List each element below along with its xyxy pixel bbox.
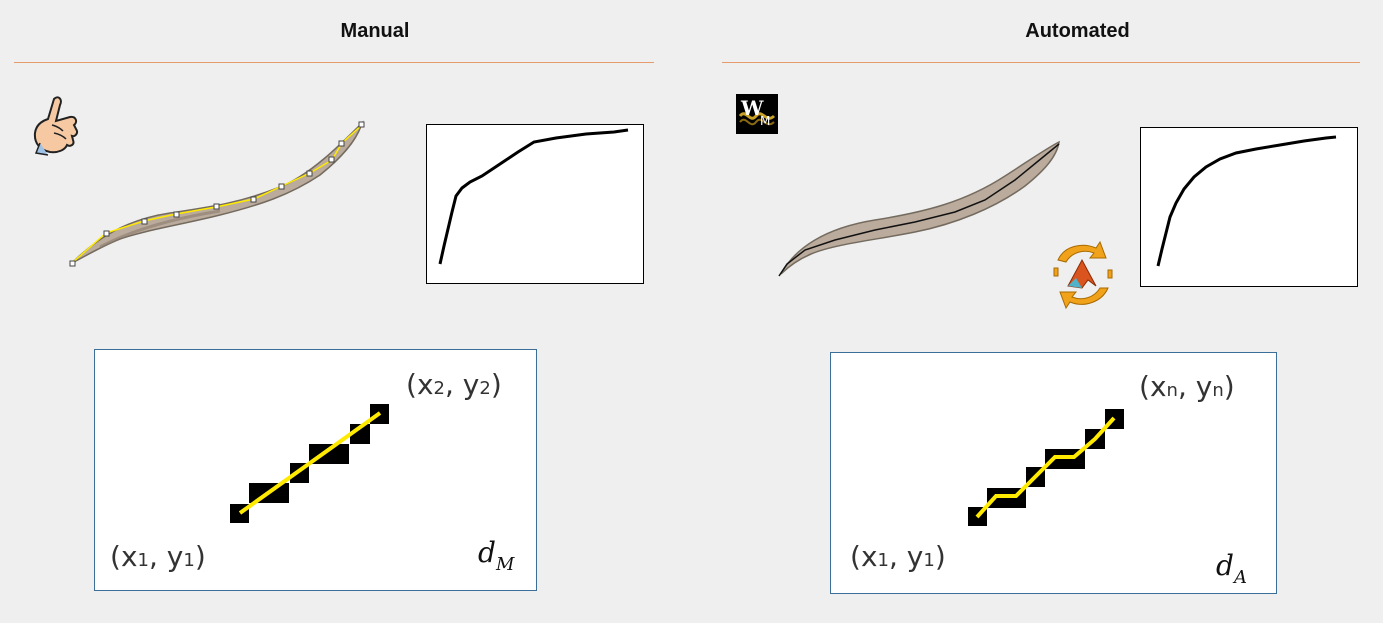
automated-title: Automated <box>1025 20 1130 42</box>
logo-letter-m: M <box>760 114 771 128</box>
automated-start-point-label: (x1, y1) <box>850 540 946 573</box>
manual-divider <box>14 62 654 63</box>
automated-distance-label: dA <box>1216 549 1247 588</box>
manual-trace-line <box>71 124 363 264</box>
manual-straight-line <box>238 411 382 515</box>
manual-title: Manual <box>340 20 410 42</box>
manual-end-point-label: (x2, y2) <box>406 368 502 401</box>
manual-start-point-label: (x1, y1) <box>110 540 206 573</box>
wormmeasure-logo-icon: W M <box>736 94 778 134</box>
automated-worm-image <box>778 140 1060 277</box>
automated-curve <box>1156 135 1337 267</box>
automated-divider <box>722 62 1360 63</box>
manual-worm-image <box>69 120 365 267</box>
automated-end-point-label: (xn, yn) <box>1139 370 1235 403</box>
manual-distance-label: dM <box>478 536 515 575</box>
matlab-cycle-icon <box>1053 240 1113 310</box>
manual-curve <box>438 128 629 265</box>
automated-trace-line <box>778 143 1060 277</box>
